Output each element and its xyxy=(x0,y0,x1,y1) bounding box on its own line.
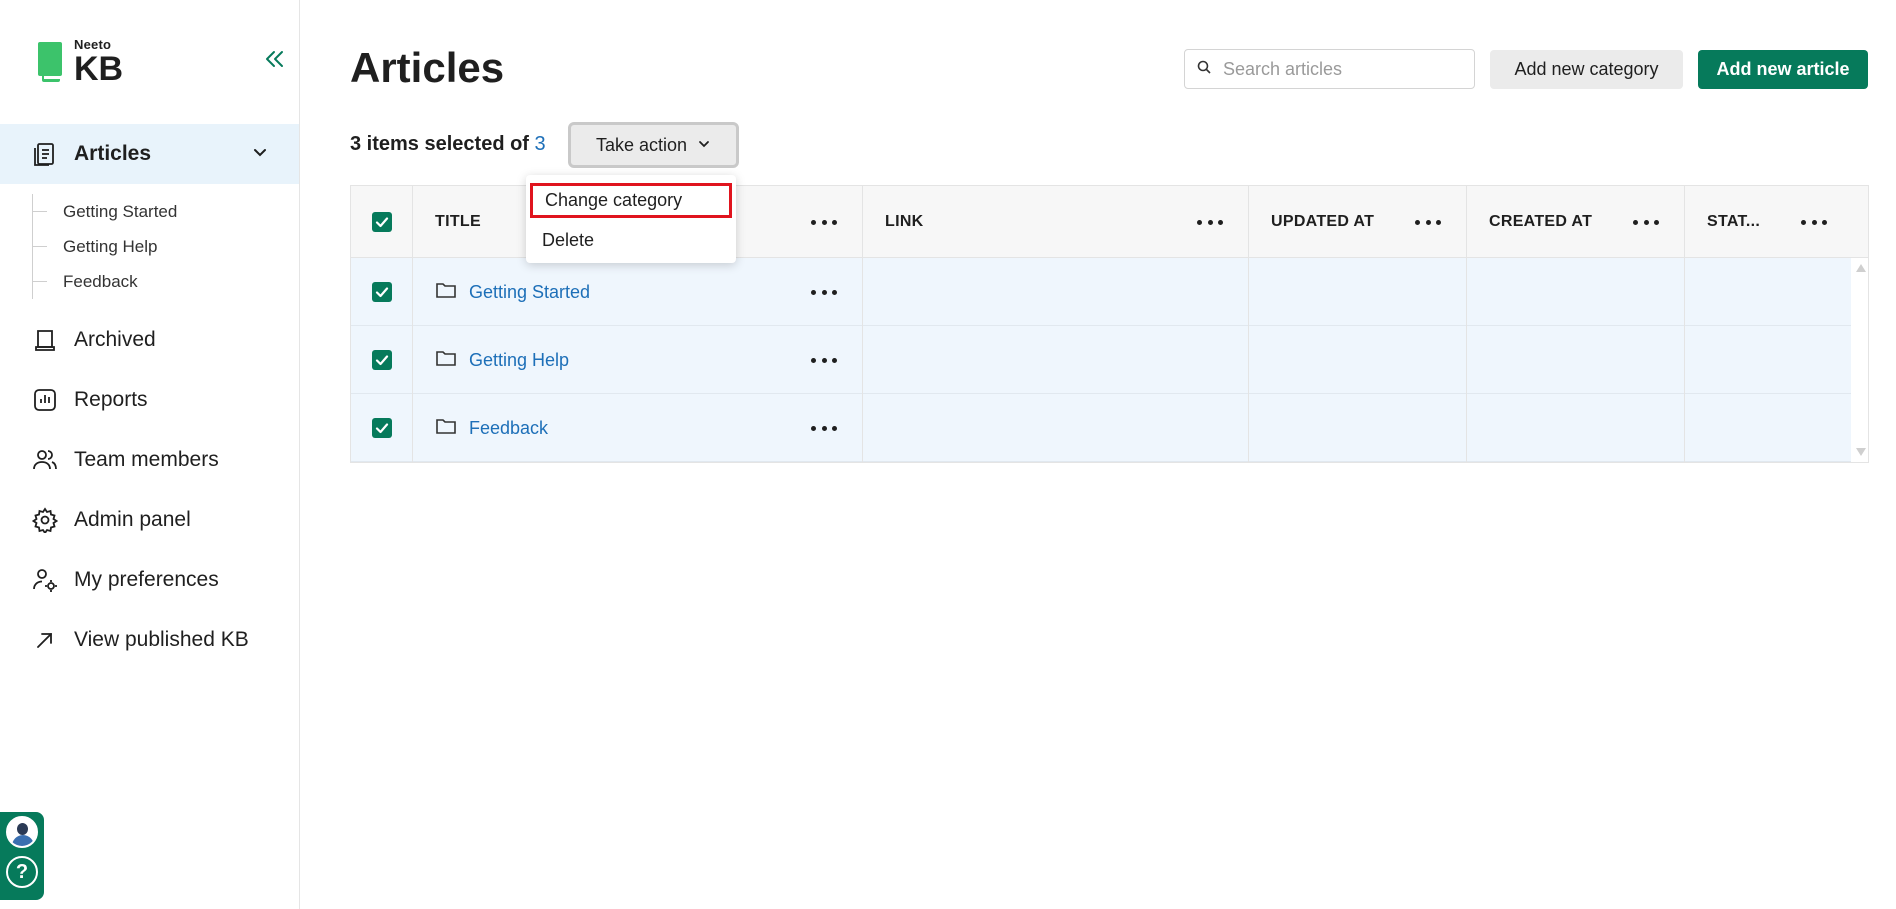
row-menu-icon[interactable] xyxy=(811,282,837,302)
title-cell: Getting Started xyxy=(435,258,590,326)
selection-summary: 3 items selected of 3 xyxy=(350,133,546,155)
select-all-checkbox[interactable] xyxy=(372,212,392,232)
row-checkbox[interactable] xyxy=(372,350,392,370)
sidebar: Neeto KB Articles Getting Started Gettin… xyxy=(0,0,300,909)
column-header-status: STAT... xyxy=(1707,213,1761,230)
sidebar-item-label: Articles xyxy=(74,142,152,165)
category-link[interactable]: Getting Started xyxy=(469,282,590,303)
column-header-link: LINK xyxy=(885,213,924,230)
row-menu-icon[interactable] xyxy=(811,350,837,370)
app-window: Neeto KB Articles Getting Started Gettin… xyxy=(0,0,1896,909)
articles-icon xyxy=(32,141,58,167)
column-header-title: TITLE xyxy=(435,213,481,230)
menu-item-change-category[interactable]: Change category xyxy=(530,183,732,218)
table-row[interactable]: Feedback xyxy=(351,394,1851,462)
column-divider xyxy=(1248,186,1249,462)
sidebar-item-view-published-kb[interactable]: View published KB xyxy=(32,620,249,660)
table-scrollbar[interactable] xyxy=(1853,258,1868,462)
row-checkbox[interactable] xyxy=(372,282,392,302)
external-arrow-icon xyxy=(32,627,58,653)
reports-icon xyxy=(32,387,58,413)
category-link[interactable]: Getting Help xyxy=(469,350,569,371)
sidebar-item-articles[interactable]: Articles xyxy=(0,124,299,184)
sidebar-subitem-feedback[interactable]: Feedback xyxy=(33,264,177,299)
column-divider xyxy=(1466,186,1467,462)
category-link[interactable]: Feedback xyxy=(469,418,548,439)
double-chevron-left-icon[interactable] xyxy=(262,47,286,71)
row-checkbox[interactable] xyxy=(372,418,392,438)
chevron-down-icon[interactable] xyxy=(251,144,269,167)
table-row[interactable]: Getting Started xyxy=(351,258,1851,326)
search-input[interactable] xyxy=(1223,58,1463,80)
row-menu-icon[interactable] xyxy=(811,418,837,438)
book-logo-icon xyxy=(36,42,64,84)
sidebar-item-archived[interactable]: Archived xyxy=(32,320,156,360)
sidebar-item-admin-panel[interactable]: Admin panel xyxy=(31,500,191,540)
column-divider xyxy=(862,186,863,462)
sidebar-subitem-getting-started[interactable]: Getting Started xyxy=(33,194,177,229)
sidebar-item-my-preferences[interactable]: My preferences xyxy=(32,560,219,600)
column-menu-icon[interactable] xyxy=(1415,212,1441,232)
column-header-created-at: CREATED AT xyxy=(1489,213,1593,230)
table-row[interactable]: Getting Help xyxy=(351,326,1851,394)
sidebar-item-reports[interactable]: Reports xyxy=(32,380,148,420)
folder-icon xyxy=(435,280,457,305)
brand-name-big: KB xyxy=(74,50,124,88)
search-box[interactable] xyxy=(1184,49,1475,89)
column-header-updated-at: UPDATED AT xyxy=(1271,213,1375,230)
help-icon[interactable]: ? xyxy=(6,856,38,888)
title-cell: Feedback xyxy=(435,394,548,462)
column-menu-icon[interactable] xyxy=(811,212,837,232)
team-icon xyxy=(32,447,58,473)
archive-icon xyxy=(32,327,58,353)
articles-subnav: Getting Started Getting Help Feedback xyxy=(32,194,177,299)
add-category-button[interactable]: Add new category xyxy=(1490,50,1683,89)
scroll-down-icon[interactable] xyxy=(1856,448,1866,456)
avatar[interactable] xyxy=(6,816,38,848)
chevron-down-icon xyxy=(697,135,711,156)
column-divider xyxy=(412,186,413,462)
take-action-menu: Change category Delete xyxy=(526,175,736,263)
add-article-button[interactable]: Add new article xyxy=(1698,50,1868,89)
column-divider xyxy=(1684,186,1685,462)
take-action-button[interactable]: Take action xyxy=(568,122,739,168)
brand-logo[interactable]: Neeto KB xyxy=(36,38,123,86)
menu-item-delete[interactable]: Delete xyxy=(526,222,736,258)
folder-icon xyxy=(435,348,457,373)
page-title: Articles xyxy=(350,44,505,91)
gear-icon xyxy=(31,507,59,535)
sidebar-subitem-getting-help[interactable]: Getting Help xyxy=(33,229,177,264)
search-icon xyxy=(1197,60,1211,79)
scroll-up-icon[interactable] xyxy=(1856,264,1866,272)
title-cell: Getting Help xyxy=(435,326,569,394)
column-menu-icon[interactable] xyxy=(1197,212,1223,232)
user-settings-icon xyxy=(32,567,58,593)
column-menu-icon[interactable] xyxy=(1633,212,1659,232)
sidebar-item-team-members[interactable]: Team members xyxy=(32,440,219,480)
folder-icon xyxy=(435,416,457,441)
column-menu-icon[interactable] xyxy=(1801,212,1827,232)
selection-total: 3 xyxy=(534,133,546,155)
